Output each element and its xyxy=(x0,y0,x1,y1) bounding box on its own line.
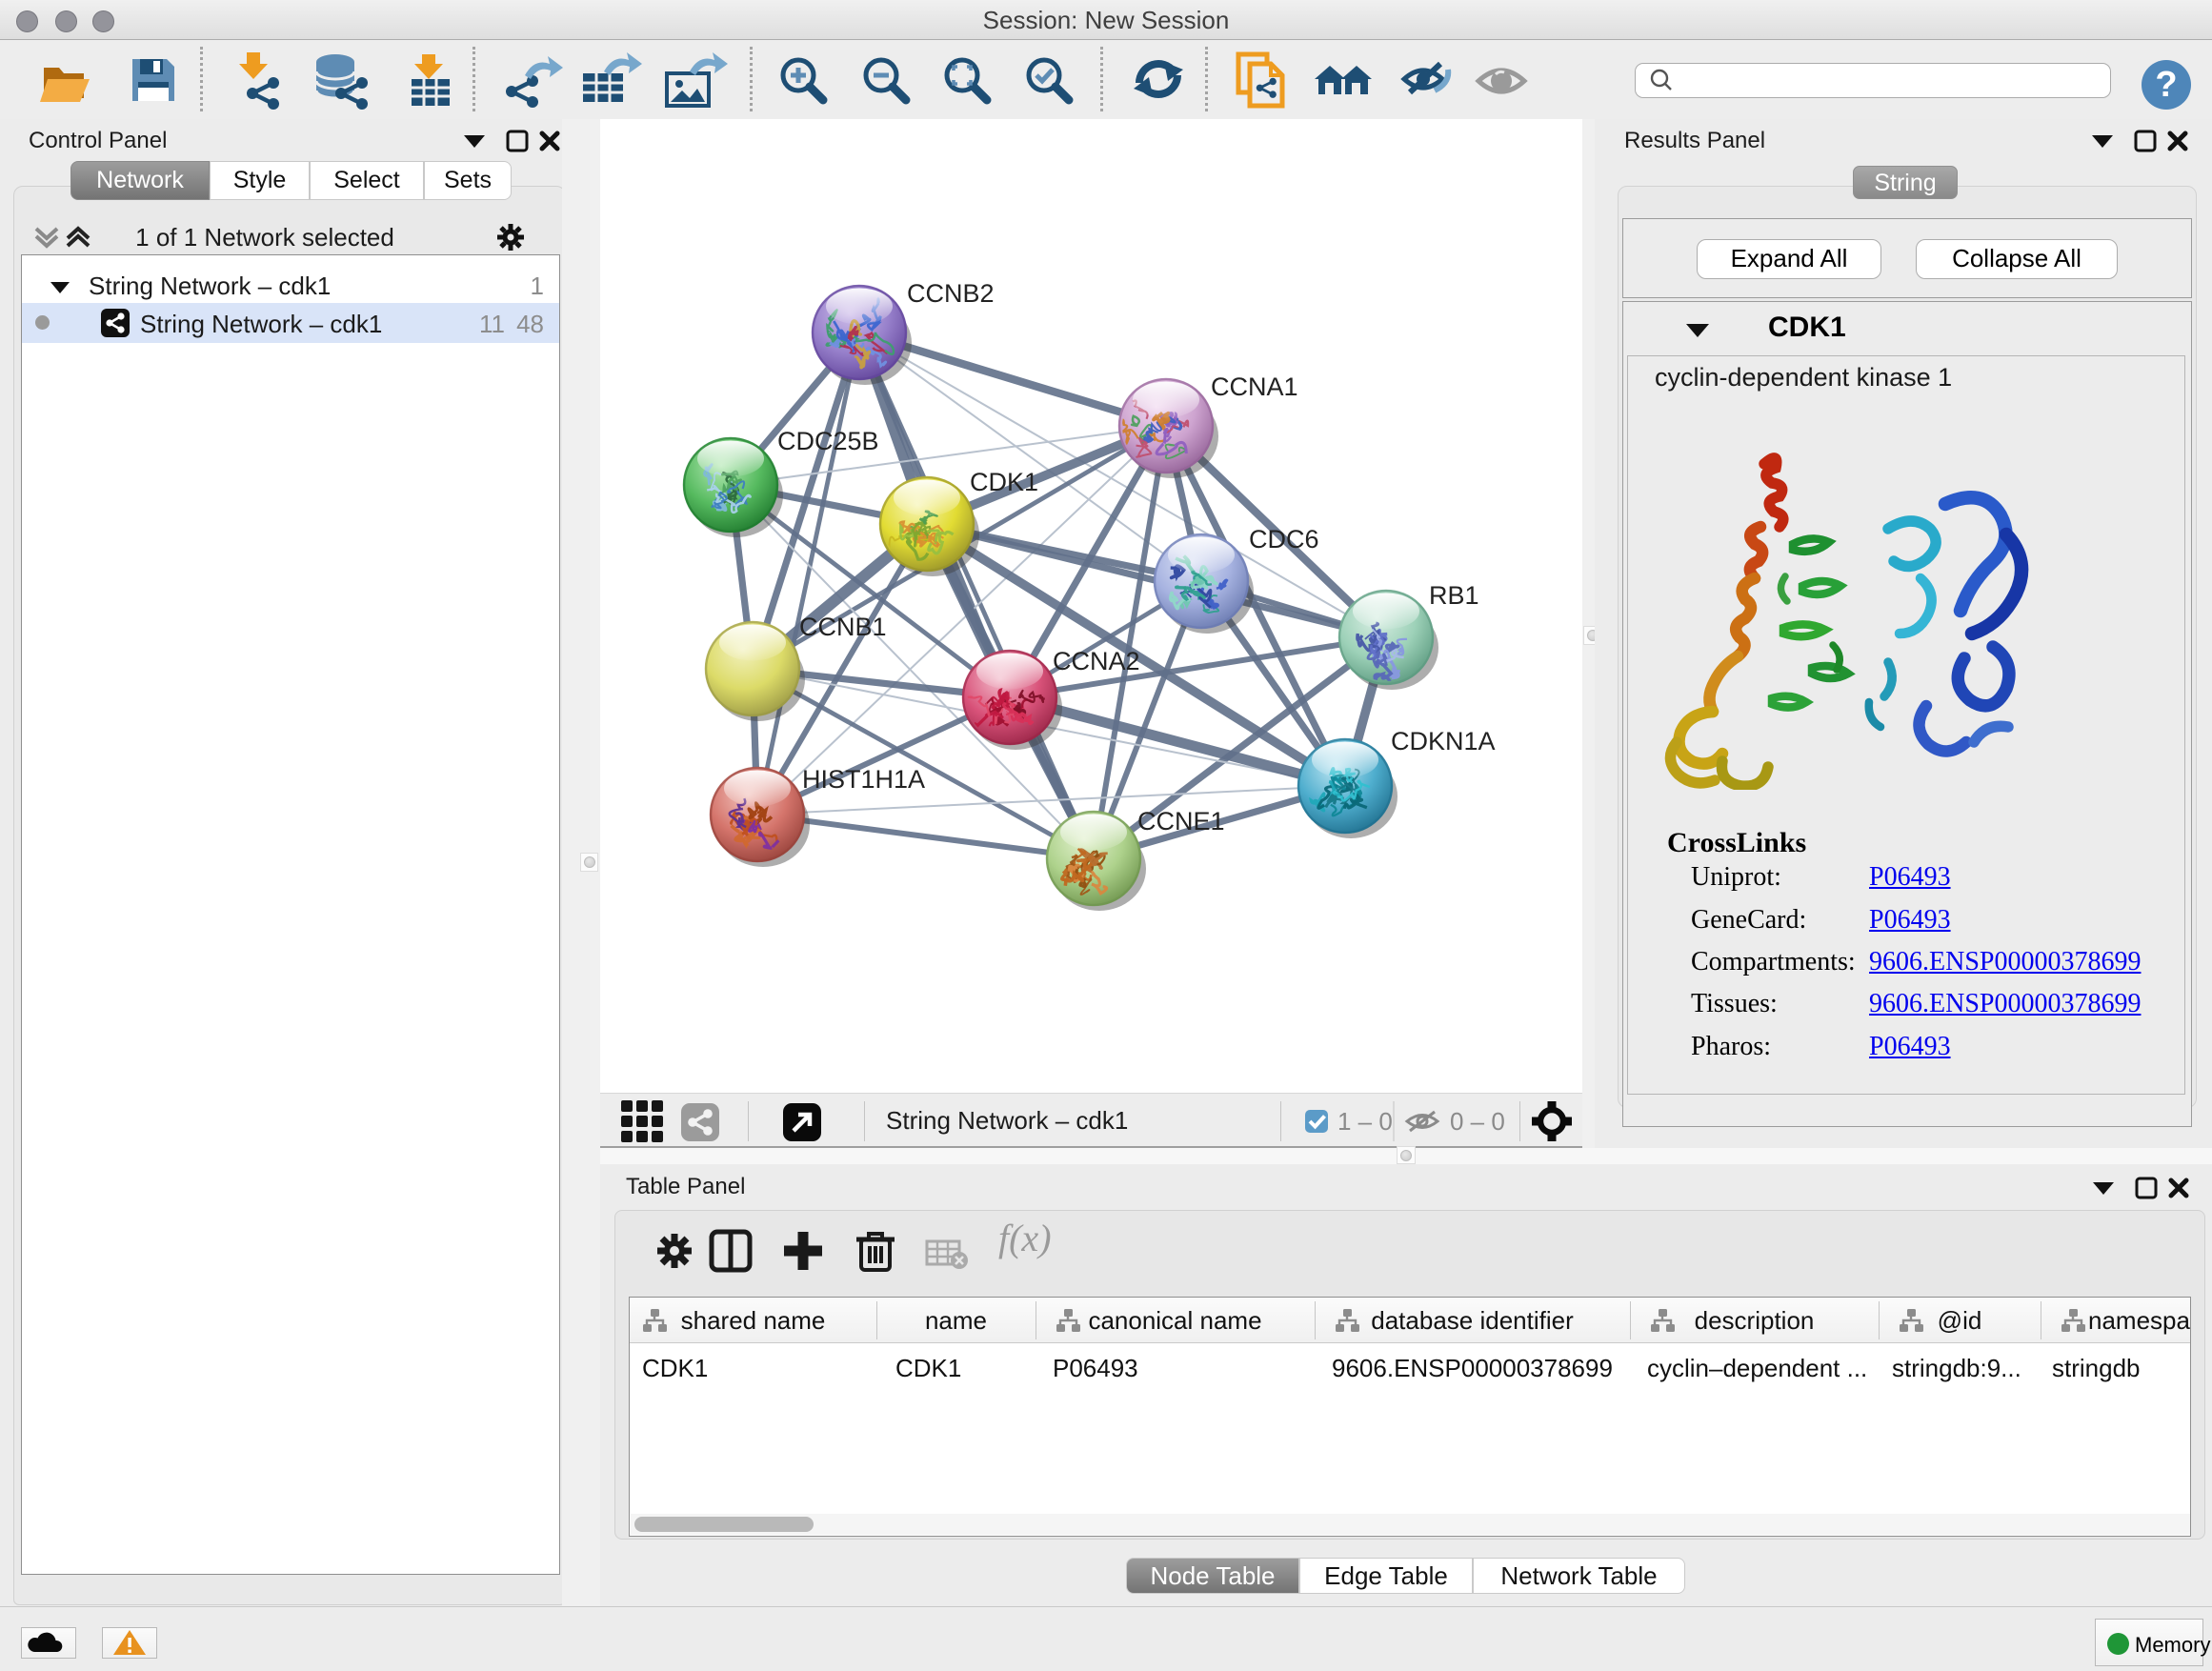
svg-text:CCNB2: CCNB2 xyxy=(907,279,995,308)
svg-text:CDC25B: CDC25B xyxy=(777,427,879,455)
svg-text:RB1: RB1 xyxy=(1429,581,1479,610)
svg-text:CDC6: CDC6 xyxy=(1249,525,1319,554)
svg-text:CCNA1: CCNA1 xyxy=(1211,372,1298,401)
svg-text:HIST1H1A: HIST1H1A xyxy=(802,765,925,794)
svg-text:f(x): f(x) xyxy=(998,1217,1052,1259)
svg-text:1 of 1 Network selected: 1 of 1 Network selected xyxy=(135,223,394,252)
svg-text:CDKN1A: CDKN1A xyxy=(1391,727,1496,755)
svg-text:0 – 0: 0 – 0 xyxy=(1450,1107,1505,1136)
svg-text:CCNE1: CCNE1 xyxy=(1137,807,1225,836)
svg-text:CDK1: CDK1 xyxy=(970,468,1038,496)
svg-text:1 – 0: 1 – 0 xyxy=(1337,1107,1393,1136)
svg-text:CCNA2: CCNA2 xyxy=(1053,647,1140,675)
svg-text:CCNB1: CCNB1 xyxy=(799,613,887,641)
